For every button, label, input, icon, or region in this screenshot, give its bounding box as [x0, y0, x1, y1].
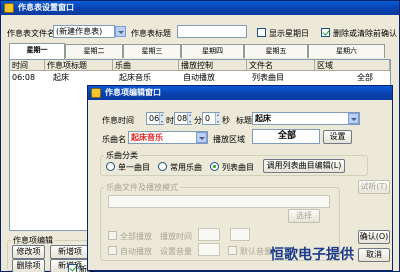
time-label: 作息时间 [102, 116, 134, 125]
cell-filename: 列表曲目 [252, 73, 284, 82]
column-header-time[interactable]: 时间 [10, 60, 45, 71]
schedule-name-value: (新建作息表) [56, 27, 103, 36]
confirm-button[interactable]: 确认(O) [358, 230, 390, 244]
volume-label: 设置音量 [160, 247, 192, 256]
tab-monday[interactable]: 星期一 [9, 43, 65, 59]
column-header-area[interactable]: 区域 [315, 60, 390, 71]
song-dropdown-icon[interactable] [196, 132, 207, 143]
default-volume-label: 默认音量 [240, 247, 272, 256]
cell-item-title: 起床 [53, 73, 69, 82]
title-label: 标题 [236, 116, 252, 125]
fullscreen-checkbox[interactable] [108, 231, 117, 240]
schedule-name-select[interactable]: (新建作息表) [53, 25, 115, 38]
minute-value: 08 [177, 114, 188, 123]
area-label: 播放区域 [213, 135, 245, 144]
second-unit: 秒 [222, 116, 230, 125]
modify-item-button[interactable]: 修改项 [12, 245, 45, 259]
delete-item-button[interactable]: 删除项 [12, 259, 45, 272]
tab-saturday[interactable]: 星期六 [308, 44, 385, 58]
item-title-input[interactable] [177, 25, 247, 38]
radio-common-song[interactable] [158, 162, 167, 171]
list-editor-button[interactable]: 调用列表曲目编辑(L) [263, 159, 345, 173]
area-input[interactable]: 全部 [252, 129, 320, 144]
category-group-label: 乐曲分类 [104, 150, 140, 161]
show-weekday-label: 显示星期日 [269, 29, 309, 38]
select-button[interactable]: 选择 [288, 209, 320, 223]
settings-button[interactable]: 设置 [323, 130, 352, 144]
add-checkbox[interactable] [68, 264, 77, 272]
minute-unit: 分 [194, 116, 202, 125]
tab-friday[interactable]: 星期五 [244, 44, 308, 58]
volume-input[interactable] [198, 243, 220, 256]
radio-common-song-label: 常用乐曲 [170, 163, 202, 172]
song-label: 乐曲名 [102, 135, 126, 144]
tab-wednesday[interactable]: 星期三 [123, 44, 181, 58]
watermark-text: 恒歌电子提供 [270, 247, 354, 263]
schedule-name-label: 作息表文件名 [7, 29, 55, 38]
dialog-title: 作息项编辑窗口 [105, 88, 161, 97]
auto-play-label: 自动播放 [120, 247, 152, 256]
dialog-icon [91, 88, 101, 98]
schedule-name-dropdown-icon[interactable] [115, 26, 126, 37]
main-window-title: 作息表设置窗口 [18, 3, 74, 12]
cancel-button[interactable]: 取消 [358, 248, 390, 262]
tab-tuesday[interactable]: 星期二 [65, 44, 123, 58]
main-titlebar[interactable]: 作息表设置窗口 [1, 1, 399, 15]
hour-value: 06 [149, 114, 160, 123]
add-item-button[interactable]: 新增项 [50, 245, 90, 259]
file-mode-group-label: 乐曲文件及播放模式 [104, 182, 180, 193]
cell-area: 全部 [357, 73, 373, 82]
cell-time: 06:08 [12, 73, 36, 82]
area-value: 全部 [277, 131, 296, 141]
tab-thursday[interactable]: 星期四 [181, 44, 244, 58]
duration-input-2[interactable] [230, 228, 250, 241]
item-title-label: 作息表标题 [131, 29, 171, 38]
column-header-item-title[interactable]: 作息项标题 [45, 60, 113, 71]
column-header-filename[interactable]: 文件名 [247, 60, 315, 71]
second-value: 0 [205, 114, 211, 123]
duration-label: 播放时间 [160, 232, 192, 241]
radio-list-song[interactable] [210, 162, 219, 171]
title-dropdown-icon[interactable] [348, 113, 359, 124]
second-spinner-icon[interactable] [215, 113, 220, 124]
show-weekday-checkbox[interactable] [257, 28, 266, 37]
confirm-delete-label: 删除或清除前确认 [333, 29, 397, 38]
confirm-delete-checkbox[interactable] [321, 28, 330, 37]
app-icon [4, 3, 14, 13]
column-header-play-control[interactable]: 播放控制 [179, 60, 247, 71]
default-volume-checkbox[interactable] [228, 246, 237, 255]
file-path-input[interactable] [108, 195, 330, 208]
hour-unit: 时 [166, 116, 174, 125]
column-header-song[interactable]: 乐曲 [113, 60, 179, 71]
cell-song: 起床音乐 [119, 73, 151, 82]
preview-button[interactable]: 试听(T) [358, 180, 390, 194]
minute-spinner-icon[interactable] [187, 113, 192, 124]
fullscreen-label: 全部播放 [120, 232, 152, 241]
title-value: 起床 [255, 114, 271, 123]
radio-single-song[interactable] [106, 162, 115, 171]
cell-play-control: 自动播放 [183, 73, 215, 82]
auto-play-checkbox[interactable] [108, 246, 117, 255]
radio-list-song-label: 列表曲目 [222, 163, 254, 172]
song-value: 起床音乐 [131, 133, 163, 142]
duration-input[interactable] [198, 228, 220, 241]
title-input[interactable]: 起床 [252, 112, 360, 125]
dialog-titlebar[interactable]: 作息项编辑窗口 [88, 86, 392, 100]
hour-spinner-icon[interactable] [159, 113, 164, 124]
radio-single-song-label: 单一曲目 [118, 163, 150, 172]
